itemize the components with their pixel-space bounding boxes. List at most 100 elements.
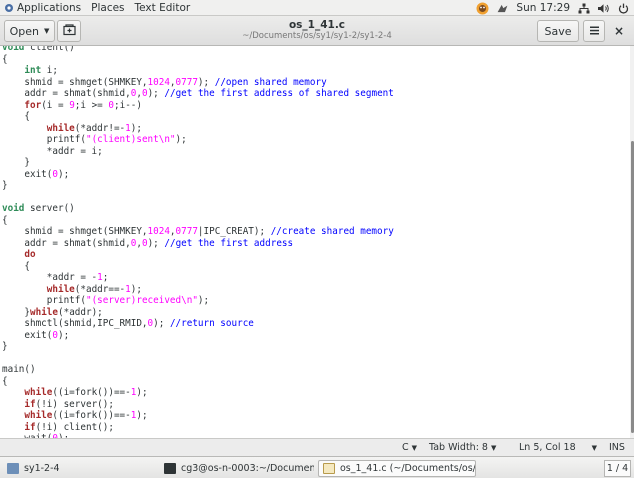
document-title: os_1_41.c <box>288 19 346 31</box>
text-editor-menu[interactable]: Text Editor <box>130 2 196 14</box>
avatar-icon[interactable] <box>476 2 489 15</box>
code-token: ); <box>175 134 187 145</box>
code-token: void <box>2 46 25 53</box>
code-line[interactable]: }while(*addr); <box>2 307 394 319</box>
code-token: //get the first address of shared segmen… <box>164 88 394 99</box>
code-token: printf( <box>2 134 86 145</box>
code-line[interactable]: shmid = shmget(SHMKEY,1024,0777); //open… <box>2 77 394 89</box>
code-token: 0777 <box>175 76 198 88</box>
top-panel: Applications Places Text Editor Sun 17:2… <box>0 0 634 16</box>
code-token: shmctl(shmid,IPC_RMID, <box>2 318 148 329</box>
code-line[interactable]: exit(0); <box>2 330 394 342</box>
code-line[interactable]: void server() <box>2 203 394 215</box>
code-line[interactable]: } <box>2 180 394 192</box>
taskbar-item-terminal[interactable]: cg3@os-n-0003:~/Documents/os/s... <box>160 460 314 477</box>
code-token: (i = <box>41 99 70 111</box>
code-token: ); <box>197 295 210 306</box>
workspace-switcher[interactable]: 1 / 4 <box>604 460 631 477</box>
code-line[interactable]: *addr = i; <box>2 146 394 158</box>
tab-width-selector[interactable]: Tab Width: 8 ▼ <box>429 442 496 453</box>
code-token: while <box>24 387 53 398</box>
code-line[interactable]: while((i=fork())==-1); <box>2 387 394 399</box>
chevron-down-icon: ▼ <box>44 27 50 35</box>
taskbar-item-files[interactable]: sy1-2-4 <box>3 460 153 477</box>
code-line[interactable]: if(!i) client(); <box>2 422 394 434</box>
code-line[interactable]: } <box>2 341 394 353</box>
code-line[interactable]: int i; <box>2 65 394 77</box>
code-token: main() <box>2 364 36 375</box>
taskbar-item-label: sy1-2-4 <box>24 463 60 474</box>
code-line[interactable]: shmctl(shmid,IPC_RMID,0); //return sourc… <box>2 318 394 330</box>
open-button[interactable]: Open ▼ <box>4 20 55 42</box>
code-line[interactable]: { <box>2 261 394 273</box>
code-line[interactable]: while(*addr!=-1); <box>2 123 394 135</box>
code-line[interactable]: *addr = -1; <box>2 272 394 284</box>
chevron-down-icon: ▼ <box>411 444 418 452</box>
code-line[interactable]: } <box>2 157 394 169</box>
code-token: //create shared memory <box>270 226 394 237</box>
language-selector[interactable]: C ▼ <box>402 442 417 453</box>
code-line[interactable]: { <box>2 111 394 123</box>
code-line[interactable]: while((i=fork())==-1); <box>2 410 394 422</box>
code-token: { <box>2 53 8 65</box>
code-line[interactable]: for(i = 9;i >= 0;i--) <box>2 100 394 112</box>
code-line[interactable]: addr = shmat(shmid,0,0); //get the first… <box>2 238 394 250</box>
code-token: ); <box>197 76 215 88</box>
menu-button[interactable] <box>583 20 605 42</box>
taskbar-item-label: cg3@os-n-0003:~/Documents/os/s... <box>181 463 314 474</box>
taskbar-item-editor[interactable]: os_1_41.c (~/Documents/os/sy1/sy... <box>318 460 476 477</box>
vertical-scrollbar[interactable] <box>630 46 634 438</box>
code-text[interactable]: void client(){ int i; shmid = shmget(SHM… <box>2 46 394 438</box>
code-token: void <box>2 203 25 214</box>
code-token: { <box>2 111 30 122</box>
taskbar-item-label: os_1_41.c (~/Documents/os/sy1/sy... <box>340 463 476 474</box>
code-token: (*addr==- <box>74 283 126 295</box>
code-line[interactable]: printf("(server)received\n"); <box>2 295 394 307</box>
code-token: if <box>24 398 36 410</box>
code-token: //open shared memory <box>214 76 327 88</box>
terminal-icon <box>164 463 176 474</box>
code-token: do <box>24 249 36 260</box>
status-bar: C ▼ Tab Width: 8 ▼ Ln 5, Col 18 ▼ INS <box>0 438 634 456</box>
code-token: ); <box>147 237 165 249</box>
code-line[interactable]: if(!i) server(); <box>2 399 394 411</box>
new-document-button[interactable] <box>57 20 81 42</box>
clock[interactable]: Sun 17:29 <box>516 2 570 14</box>
places-menu[interactable]: Places <box>86 2 129 14</box>
power-icon[interactable] <box>617 2 630 15</box>
code-line[interactable]: exit(0); <box>2 169 394 181</box>
code-line[interactable]: { <box>2 376 394 388</box>
code-line[interactable]: main() <box>2 364 394 376</box>
code-token: { <box>2 375 8 387</box>
code-token: 1024 <box>147 76 170 88</box>
insert-mode-indicator[interactable]: INS <box>609 442 625 453</box>
network-icon[interactable] <box>577 2 590 15</box>
chevron-down-icon: ▼ <box>591 444 598 452</box>
volume-icon[interactable] <box>597 2 610 15</box>
applications-menu[interactable]: Applications <box>12 2 86 14</box>
code-line[interactable]: shmid = shmget(SHMKEY,1024,0777|IPC_CREA… <box>2 226 394 238</box>
code-line[interactable]: printf("(client)sent\n"); <box>2 134 394 146</box>
code-line[interactable]: do <box>2 249 394 261</box>
code-line[interactable]: addr = shmat(shmid,0,0); //get the first… <box>2 88 394 100</box>
close-button[interactable]: × <box>611 23 627 39</box>
code-line[interactable]: { <box>2 215 394 227</box>
code-token: (!i) server(); <box>35 398 114 410</box>
save-button[interactable]: Save <box>537 20 579 42</box>
code-editor[interactable]: void client(){ int i; shmid = shmget(SHM… <box>0 46 634 438</box>
code-token: for <box>24 99 42 111</box>
code-line[interactable]: { <box>2 54 394 66</box>
cursor-position-selector[interactable]: Ln 5, Col 18 ▼ <box>519 442 597 453</box>
code-line[interactable]: void client() <box>2 46 394 54</box>
code-line[interactable]: while(*addr==-1); <box>2 284 394 296</box>
input-method-icon[interactable] <box>496 2 509 15</box>
code-line[interactable] <box>2 192 394 204</box>
code-token: addr = shmat(shmid, <box>2 237 131 249</box>
code-line[interactable] <box>2 353 394 365</box>
